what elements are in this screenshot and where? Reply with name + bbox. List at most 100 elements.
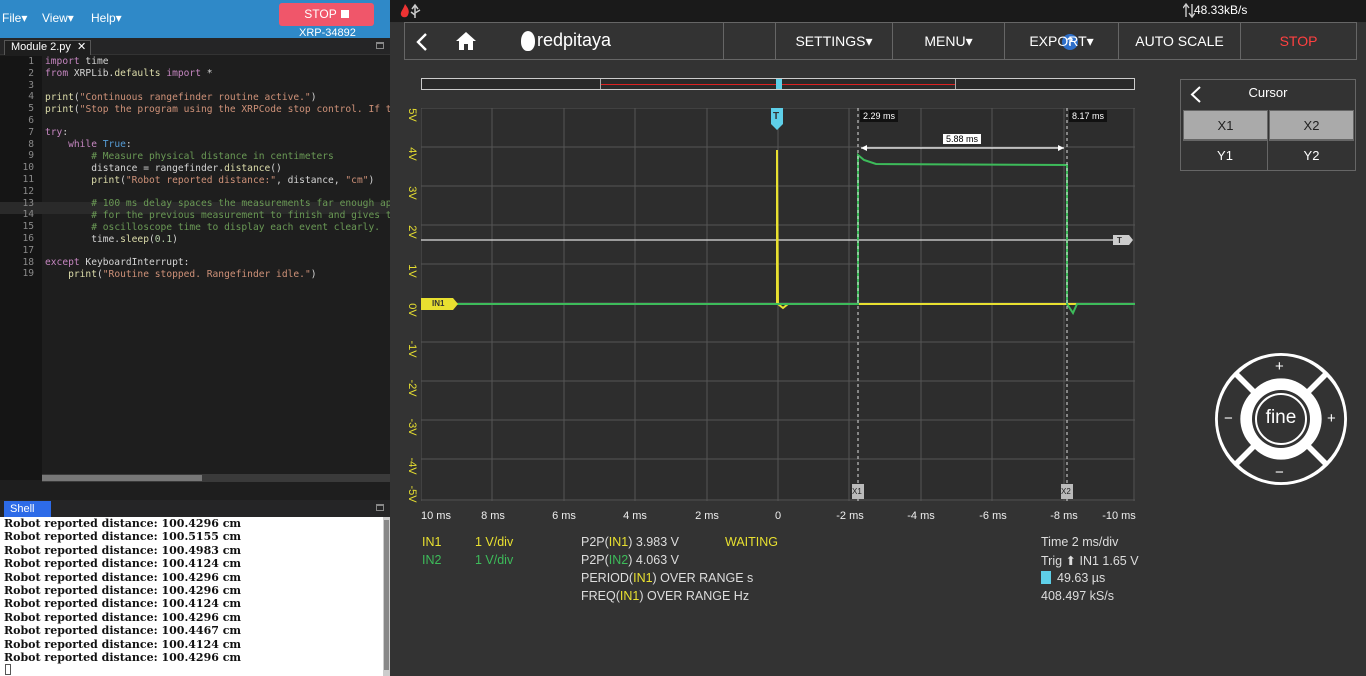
tab-close-icon[interactable]: ✕ bbox=[77, 41, 86, 53]
line-number: 1 bbox=[28, 56, 34, 67]
cursor-x1-toggle[interactable]: X1 bbox=[1183, 110, 1268, 140]
scope-status-bar: 48.33kB/s bbox=[390, 0, 1366, 22]
wheel-left-minus[interactable]: − bbox=[1224, 410, 1233, 427]
code-line: import time bbox=[45, 56, 109, 67]
line-number: 7 bbox=[28, 126, 34, 138]
cursor-y1-toggle[interactable]: Y1 bbox=[1183, 140, 1268, 170]
wheel-down-minus[interactable]: − bbox=[1275, 464, 1284, 481]
back-icon[interactable] bbox=[415, 32, 429, 52]
code-line: print("Routine stopped. Rangefinder idle… bbox=[68, 269, 317, 280]
cursor-x2-toggle[interactable]: X2 bbox=[1269, 110, 1354, 140]
p2p-in2: P2P(IN2) 4.063 V bbox=[581, 553, 679, 567]
menu-file[interactable]: File▾ bbox=[2, 11, 27, 25]
x-tick-label: -8 ms bbox=[1050, 510, 1078, 522]
maximize-shell-icon[interactable] bbox=[376, 504, 384, 511]
line-number: 16 bbox=[22, 233, 34, 244]
auto-scale-button[interactable]: AUTO SCALE bbox=[1118, 23, 1240, 59]
code-line: distance = rangefinder.distance() bbox=[45, 163, 282, 174]
line-number: 10 bbox=[22, 162, 34, 174]
shell-line: Robot reported distance: 100.4296 cm bbox=[4, 610, 242, 624]
in2-scale: 1 V/div bbox=[475, 553, 514, 567]
meas-value: ) OVER RANGE Hz bbox=[639, 589, 750, 603]
y-tick-label: 4V bbox=[406, 147, 418, 161]
trigger-time-tag: T bbox=[773, 111, 780, 122]
home-icon[interactable] bbox=[455, 31, 477, 51]
time-per-div: Time 2 ms/div bbox=[1041, 535, 1119, 549]
period-in1: PERIOD(IN1) OVER RANGE s bbox=[581, 571, 753, 585]
line-number: 13 bbox=[22, 197, 34, 209]
fine-adjust-wheel[interactable]: fine + + − − bbox=[1214, 352, 1348, 486]
y-tick-label: 1V bbox=[406, 264, 418, 278]
redpitaya-flame-icon bbox=[521, 31, 535, 52]
x-tick-label: 4 ms bbox=[623, 510, 647, 522]
x-tick-label: 0 bbox=[774, 510, 782, 522]
line-number: 6 bbox=[28, 115, 34, 126]
editor-tab-row: Module 2.py ✕ bbox=[0, 38, 390, 55]
cursor-x2-tag[interactable]: X2 bbox=[1061, 487, 1071, 496]
code-line: # 100 ms delay spaces the measurements f… bbox=[91, 198, 392, 209]
trig-value: 1.65 V bbox=[1098, 554, 1139, 568]
trigger-info: Trig ⬆ IN1 1.65 V bbox=[1041, 553, 1139, 568]
xrp-ide: File▾ View▾ Help▾ STOP XRP-34892 Module … bbox=[0, 0, 392, 676]
x-tick-label: 10 ms bbox=[421, 510, 451, 522]
p2p-in1: P2P(IN1) 3.983 V bbox=[581, 535, 679, 549]
shell-scroll-thumb[interactable] bbox=[384, 520, 389, 670]
y-tick-label: -5V bbox=[406, 485, 418, 503]
export-button[interactable]: EXPORT▾ bbox=[1004, 23, 1118, 59]
menu-view[interactable]: View▾ bbox=[42, 11, 74, 25]
shell-header: Shell bbox=[0, 500, 390, 517]
timeline-bar[interactable] bbox=[421, 78, 1135, 90]
scope-plot-area[interactable]: T T IN1 2.29 ms 8.17 ms 5.88 ms X1 X2 bbox=[420, 107, 1135, 501]
code-line: print("Stop the program using the XRPCod… bbox=[45, 104, 392, 115]
line-number: 12 bbox=[22, 185, 34, 197]
hscroll-thumb[interactable] bbox=[42, 475, 202, 481]
scope-graph bbox=[420, 107, 1135, 501]
shell-tab[interactable]: Shell bbox=[4, 501, 51, 517]
shell-scrollbar[interactable] bbox=[383, 517, 390, 676]
settings-button[interactable]: SETTINGS▾ bbox=[775, 23, 892, 59]
code-line: # Measure physical distance in centimete… bbox=[91, 151, 334, 162]
timeline-trigger-marker[interactable] bbox=[776, 79, 782, 89]
connection-usb-icon bbox=[400, 3, 421, 18]
y-tick-label: -4V bbox=[406, 457, 418, 475]
x-tick-label: 6 ms bbox=[552, 510, 576, 522]
cursor-x1-tag[interactable]: X1 bbox=[852, 487, 862, 496]
code-line: except KeyboardInterrupt: bbox=[45, 257, 190, 268]
wheel-right-plus[interactable]: + bbox=[1327, 410, 1336, 427]
menu-help[interactable]: Help▾ bbox=[91, 11, 122, 25]
in1-label[interactable]: IN1 bbox=[422, 535, 441, 549]
maximize-editor-icon[interactable] bbox=[376, 42, 384, 49]
cursor-y2-toggle[interactable]: Y2 bbox=[1269, 140, 1354, 170]
trigger-offset: 49.63 µs bbox=[1041, 571, 1105, 585]
cursor-panel-header[interactable]: Cursor bbox=[1181, 80, 1355, 108]
editor-hscrollbar[interactable] bbox=[42, 474, 390, 482]
cursor-back-icon[interactable] bbox=[1190, 86, 1202, 103]
x-tick-label: -2 ms bbox=[836, 510, 864, 522]
meas-channel: IN1 bbox=[619, 589, 640, 603]
trigger-time-icon bbox=[1041, 571, 1051, 584]
shell-line: Robot reported distance: 100.4296 cm bbox=[4, 517, 242, 530]
cursor-panel-title: Cursor bbox=[1248, 85, 1288, 100]
line-number: 2 bbox=[28, 67, 34, 79]
in2-label[interactable]: IN2 bbox=[422, 553, 441, 567]
trig-prefix: Trig ⬆ bbox=[1041, 554, 1080, 568]
code-editor[interactable]: 1 2 3 4 5 6 7 8 9 10 11 12 13 14 15 16 17 18 19 import tim… bbox=[0, 56, 392, 480]
scope-stop-button[interactable]: STOP bbox=[1240, 23, 1356, 59]
ide-stop-button[interactable]: STOP bbox=[279, 3, 374, 26]
trig-channel: IN1 bbox=[1079, 554, 1099, 568]
y-tick-label: -1V bbox=[406, 340, 418, 358]
wheel-up-plus[interactable]: + bbox=[1275, 358, 1284, 375]
tab-module-2[interactable]: Module 2.py ✕ bbox=[4, 40, 92, 55]
menu-button[interactable]: MENU▾ bbox=[892, 23, 1004, 59]
in1-scale: 1 V/div bbox=[475, 535, 514, 549]
shell-line: Robot reported distance: 100.4296 cm bbox=[4, 570, 242, 584]
y-tick-label: 3V bbox=[406, 186, 418, 200]
meas-prefix: P2P( bbox=[581, 553, 609, 567]
code-line: time.sleep(0.1) bbox=[45, 234, 178, 245]
shell-output[interactable]: Robot reported distance: 100.4296 cm Robo… bbox=[0, 517, 383, 676]
line-number: 9 bbox=[28, 150, 34, 162]
shell-input-cursor[interactable] bbox=[5, 664, 11, 675]
line-number: 8 bbox=[28, 138, 34, 150]
ide-topbar: File▾ View▾ Help▾ STOP XRP-34892 bbox=[0, 0, 390, 39]
help-button[interactable]: ? bbox=[723, 23, 1078, 59]
